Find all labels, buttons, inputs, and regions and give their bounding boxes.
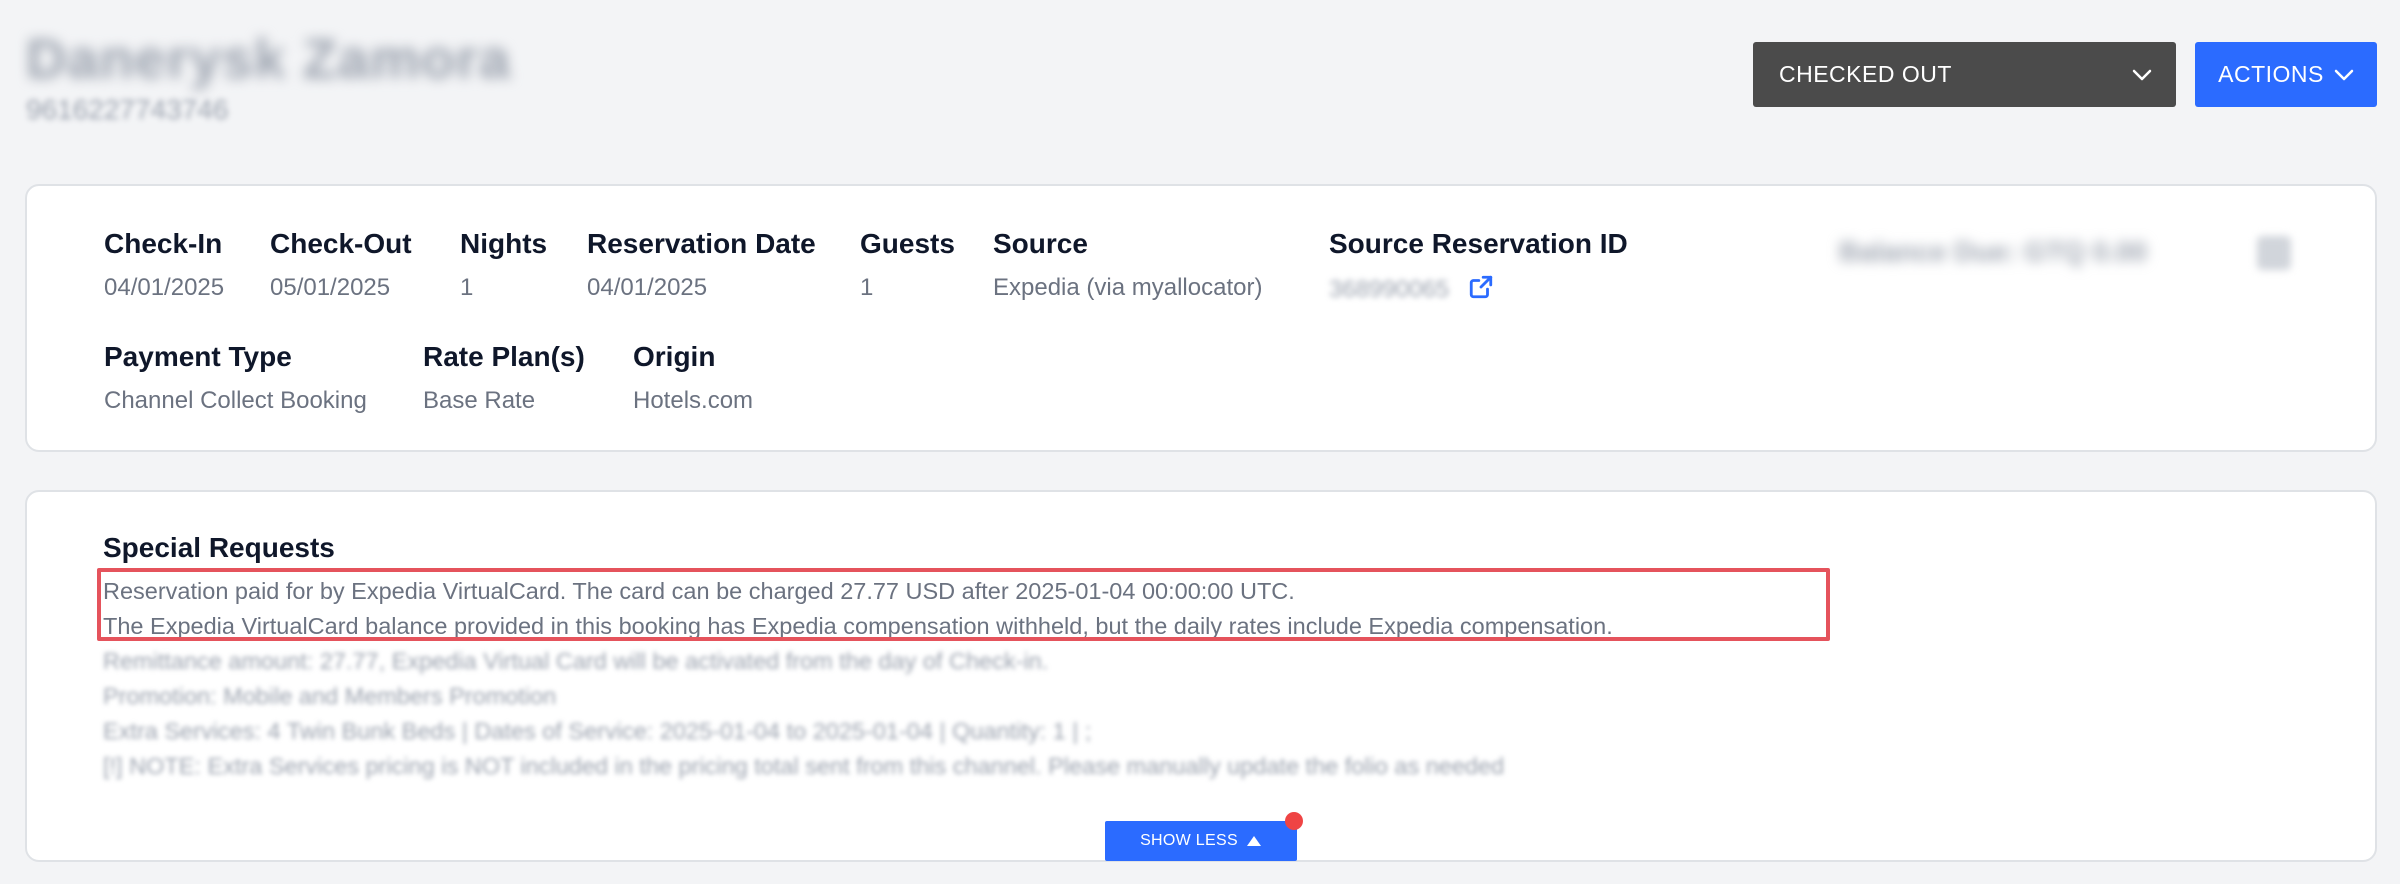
request-line: [!] NOTE: Extra Services pricing is NOT … <box>103 753 1505 779</box>
payment-type-value: Channel Collect Booking <box>104 387 367 414</box>
show-less-label: SHOW LESS <box>1140 832 1238 849</box>
status-dropdown-label: CHECKED OUT <box>1779 61 1952 87</box>
reservation-date-label: Reservation Date <box>587 228 816 259</box>
caret-up-icon <box>1246 836 1261 846</box>
special-requests-card: Special Requests Reservation paid for by… <box>25 490 2377 862</box>
request-line: Remittance amount: 27.77, Expedia Virtua… <box>103 648 1049 674</box>
check-in-value: 04/01/2025 <box>104 274 225 301</box>
source-reservation-id-field: Source Reservation ID 368990065 <box>1329 228 1628 304</box>
payment-type-label: Payment Type <box>104 341 292 372</box>
nights-value: 1 <box>460 274 474 301</box>
nights-field: Nights 1 <box>460 228 547 302</box>
rate-plans-value: Base Rate <box>423 387 536 414</box>
request-line: Extra Services: 4 Twin Bunk Beds | Dates… <box>103 718 1092 744</box>
status-dropdown[interactable]: CHECKED OUT <box>1753 42 2176 107</box>
request-line: Reservation paid for by Expedia VirtualC… <box>103 578 1295 604</box>
special-requests-list: Reservation paid for by Expedia VirtualC… <box>103 574 1613 784</box>
origin-label: Origin <box>633 341 716 372</box>
check-in-label: Check-In <box>104 228 223 259</box>
guest-id: 9616227743746 <box>26 94 229 125</box>
check-out-value: 05/01/2025 <box>270 274 391 301</box>
request-line: The Expedia VirtualCard balance provided… <box>103 613 1613 639</box>
actions-button-label: ACTIONS <box>2218 61 2324 87</box>
source-reservation-id-value: 368990065 <box>1329 274 1628 304</box>
guests-value: 1 <box>860 274 874 301</box>
check-out-field: Check-Out 05/01/2025 <box>270 228 412 302</box>
rate-plans-field: Rate Plan(s) Base Rate <box>423 341 585 415</box>
source-reservation-id-label: Source Reservation ID <box>1329 228 1628 259</box>
notification-dot <box>1285 812 1303 830</box>
reservation-date-value: 04/01/2025 <box>587 274 708 301</box>
balance-due: Balance Due: GTQ 0.00 <box>1839 236 2148 267</box>
source-field: Source Expedia (via myallocator) <box>993 228 1262 302</box>
actions-button[interactable]: ACTIONS <box>2195 42 2377 107</box>
rate-plans-label: Rate Plan(s) <box>423 341 585 372</box>
origin-field: Origin Hotels.com <box>633 341 753 415</box>
source-value: Expedia (via myallocator) <box>993 274 1263 301</box>
source-reservation-id-text: 368990065 <box>1329 276 1450 303</box>
origin-value: Hotels.com <box>633 387 754 414</box>
external-link-icon[interactable] <box>1468 274 1494 300</box>
guests-field: Guests 1 <box>860 228 955 302</box>
reservation-date-field: Reservation Date 04/01/2025 <box>587 228 816 302</box>
check-in-field: Check-In 04/01/2025 <box>104 228 224 302</box>
check-out-label: Check-Out <box>270 228 412 259</box>
nights-label: Nights <box>460 228 548 259</box>
guest-name: Danerysk Zamora <box>26 27 512 90</box>
payment-type-field: Payment Type Channel Collect Booking <box>104 341 367 415</box>
source-label: Source <box>993 228 1088 259</box>
show-less-button[interactable]: SHOW LESS <box>1105 821 1297 861</box>
request-line: Promotion: Mobile and Members Promotion <box>103 683 557 709</box>
chevron-down-icon <box>2334 69 2354 80</box>
chevron-down-icon <box>2132 69 2152 80</box>
reservation-details-card: Check-In 04/01/2025 Check-Out 05/01/2025… <box>25 184 2377 452</box>
guests-label: Guests <box>860 228 955 259</box>
special-requests-title: Special Requests <box>103 532 335 563</box>
currency-toggle-icon[interactable] <box>2257 236 2291 270</box>
